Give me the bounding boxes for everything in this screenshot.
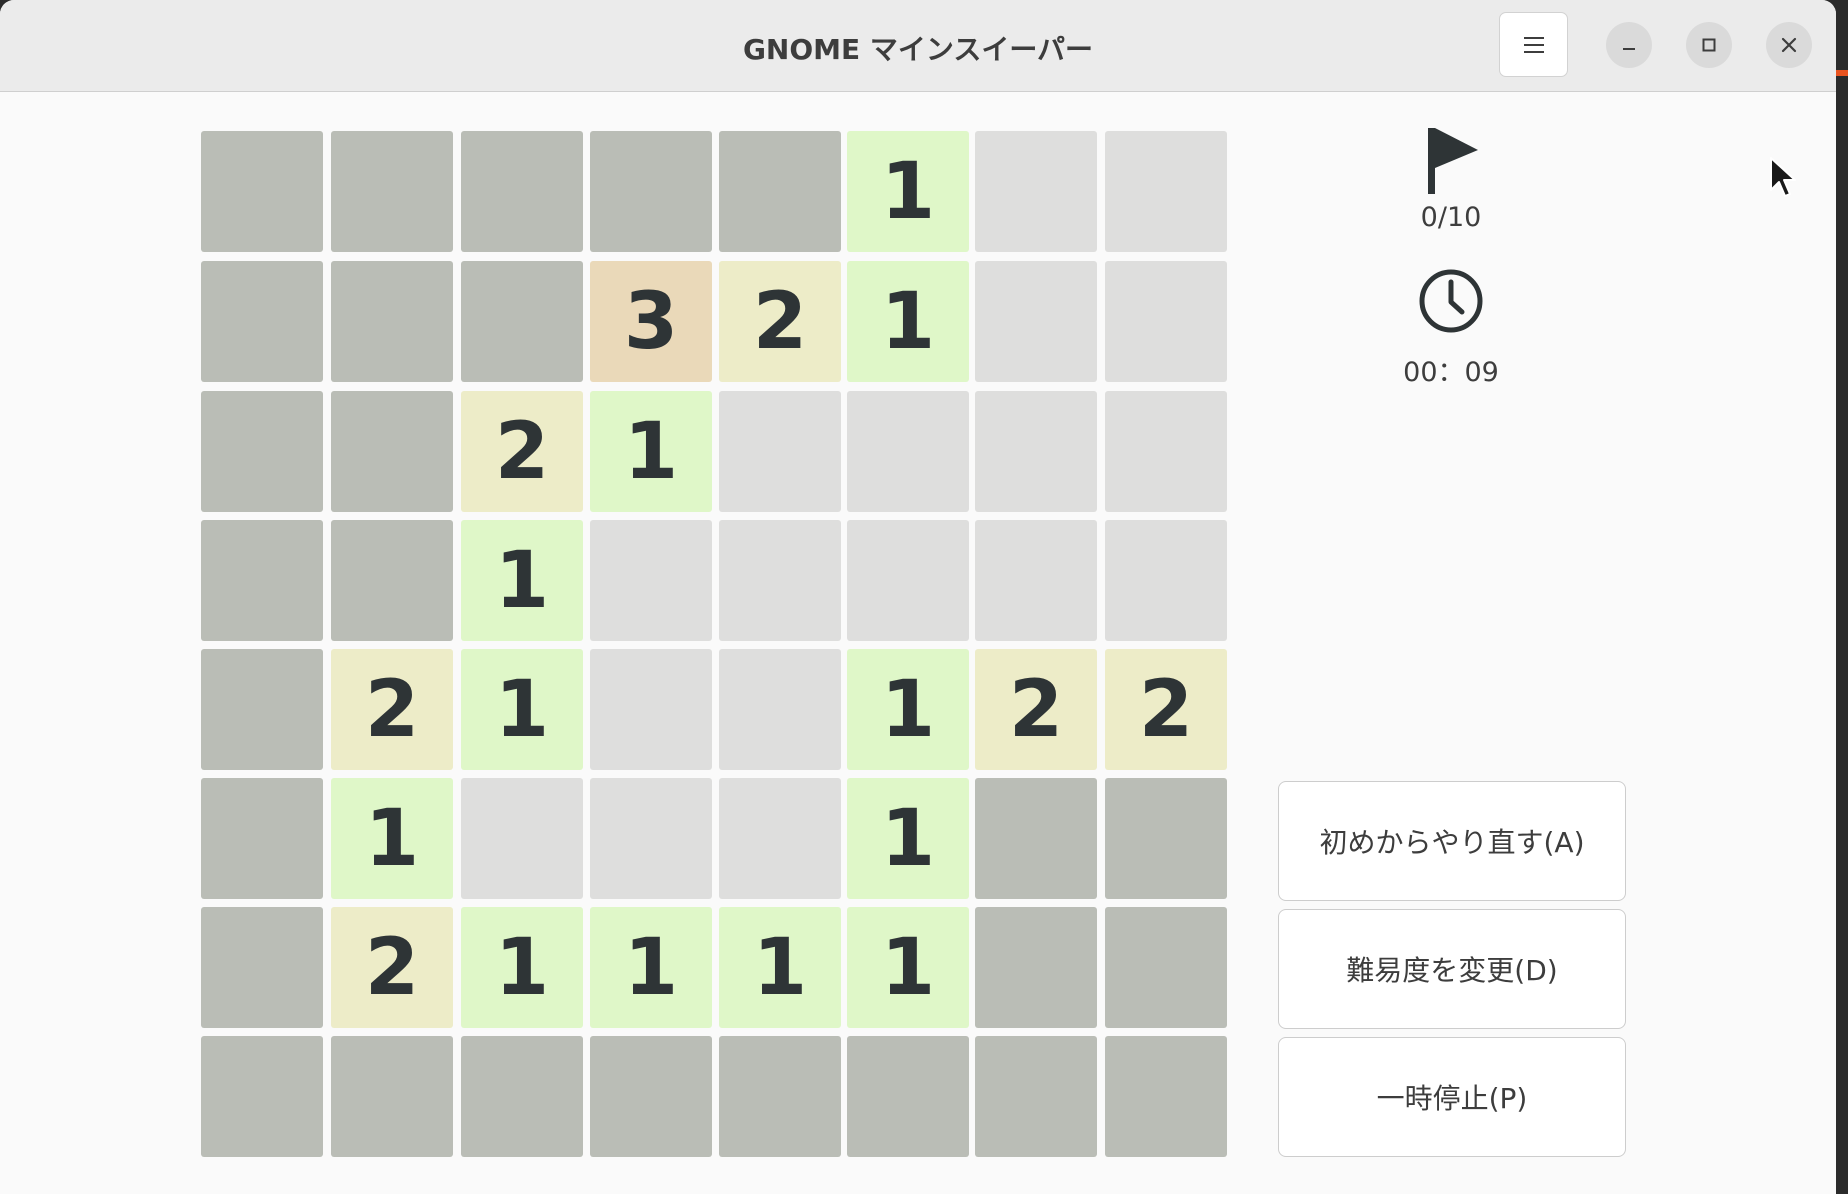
mine-cell-unrevealed[interactable] <box>331 520 453 641</box>
close-button[interactable] <box>1766 22 1812 68</box>
mine-cell-number[interactable]: 1 <box>847 131 969 252</box>
mine-cell-unrevealed[interactable] <box>331 261 453 382</box>
mine-cell-number[interactable]: 1 <box>847 649 969 770</box>
mouse-pointer-icon <box>1770 157 1796 197</box>
mine-cell-empty[interactable] <box>975 520 1097 641</box>
restart-button[interactable]: 初めからやり直す(A) <box>1278 781 1626 901</box>
mine-cell-empty[interactable] <box>1105 131 1227 252</box>
mine-cell-empty[interactable] <box>975 391 1097 512</box>
mine-cell-unrevealed[interactable] <box>331 1036 453 1157</box>
mine-cell-empty[interactable] <box>1105 520 1227 641</box>
mine-cell-number[interactable]: 1 <box>847 907 969 1028</box>
maximize-icon <box>1702 38 1716 52</box>
maximize-button[interactable] <box>1686 22 1732 68</box>
mine-cell-unrevealed[interactable] <box>201 261 323 382</box>
mine-cell-unrevealed[interactable] <box>1105 778 1227 899</box>
mine-cell-number[interactable]: 1 <box>461 520 583 641</box>
mine-cell-empty[interactable] <box>847 391 969 512</box>
mine-cell-empty[interactable] <box>1105 391 1227 512</box>
mine-cell-number[interactable]: 2 <box>719 261 841 382</box>
mine-cell-unrevealed[interactable] <box>461 261 583 382</box>
mine-cell-empty[interactable] <box>590 520 712 641</box>
mine-cell-number[interactable]: 2 <box>331 649 453 770</box>
mine-cell-unrevealed[interactable] <box>201 1036 323 1157</box>
flag-counter: 0/10 <box>1420 202 1482 233</box>
mine-cell-empty[interactable] <box>590 778 712 899</box>
mine-cell-number[interactable]: 1 <box>719 907 841 1028</box>
mine-cell-number[interactable]: 1 <box>461 907 583 1028</box>
mine-cell-unrevealed[interactable] <box>1105 907 1227 1028</box>
mine-cell-unrevealed[interactable] <box>1105 1036 1227 1157</box>
mine-cell-unrevealed[interactable] <box>331 391 453 512</box>
mine-cell-number[interactable]: 2 <box>975 649 1097 770</box>
mine-cell-number[interactable]: 1 <box>847 778 969 899</box>
mine-cell-unrevealed[interactable] <box>201 778 323 899</box>
mine-cell-number[interactable]: 1 <box>590 391 712 512</box>
mine-cell-unrevealed[interactable] <box>201 520 323 641</box>
mine-cell-empty[interactable] <box>719 520 841 641</box>
minimize-icon <box>1623 48 1635 50</box>
mine-cell-number[interactable]: 2 <box>1105 649 1227 770</box>
flag-icon <box>1428 128 1478 194</box>
mine-cell-unrevealed[interactable] <box>201 907 323 1028</box>
mine-cell-unrevealed[interactable] <box>201 131 323 252</box>
close-icon <box>1781 37 1797 53</box>
main-menu-button[interactable] <box>1499 12 1568 77</box>
mine-cell-empty[interactable] <box>847 520 969 641</box>
mine-cell-unrevealed[interactable] <box>331 131 453 252</box>
mine-cell-unrevealed[interactable] <box>201 649 323 770</box>
mine-cell-empty[interactable] <box>719 391 841 512</box>
mine-cell-empty[interactable] <box>719 778 841 899</box>
change-difficulty-button[interactable]: 難易度を変更(D) <box>1278 909 1626 1029</box>
minimize-button[interactable] <box>1606 22 1652 68</box>
mine-cell-unrevealed[interactable] <box>719 1036 841 1157</box>
mine-cell-unrevealed[interactable] <box>461 1036 583 1157</box>
mine-cell-number[interactable]: 3 <box>590 261 712 382</box>
mine-cell-unrevealed[interactable] <box>975 778 1097 899</box>
mine-cell-unrevealed[interactable] <box>201 391 323 512</box>
mine-cell-unrevealed[interactable] <box>975 907 1097 1028</box>
elapsed-time: 00：09 <box>1403 357 1499 388</box>
mine-cell-empty[interactable] <box>719 649 841 770</box>
pause-button[interactable]: 一時停止(P) <box>1278 1037 1626 1157</box>
mine-cell-number[interactable]: 1 <box>331 778 453 899</box>
mine-cell-unrevealed[interactable] <box>975 1036 1097 1157</box>
mine-cell-number[interactable]: 1 <box>590 907 712 1028</box>
mine-cell-number[interactable]: 1 <box>461 649 583 770</box>
mine-cell-unrevealed[interactable] <box>461 131 583 252</box>
hamburger-menu-icon <box>1523 36 1544 53</box>
mine-cell-empty[interactable] <box>1105 261 1227 382</box>
app-window: GNOME マインスイーパー 1321211211221121111 0/10 … <box>0 0 1836 1194</box>
mine-cell-unrevealed[interactable] <box>590 1036 712 1157</box>
mine-cell-number[interactable]: 1 <box>847 261 969 382</box>
mine-cell-unrevealed[interactable] <box>847 1036 969 1157</box>
background-accent <box>1836 70 1848 76</box>
mine-cell-number[interactable]: 2 <box>461 391 583 512</box>
mine-cell-empty[interactable] <box>975 261 1097 382</box>
mine-cell-unrevealed[interactable] <box>590 131 712 252</box>
mine-cell-empty[interactable] <box>590 649 712 770</box>
title-bar[interactable]: GNOME マインスイーパー <box>0 0 1836 92</box>
mine-cell-unrevealed[interactable] <box>719 131 841 252</box>
mine-cell-empty[interactable] <box>975 131 1097 252</box>
mine-cell-number[interactable]: 2 <box>331 907 453 1028</box>
clock-icon <box>1419 269 1483 333</box>
mine-cell-empty[interactable] <box>461 778 583 899</box>
